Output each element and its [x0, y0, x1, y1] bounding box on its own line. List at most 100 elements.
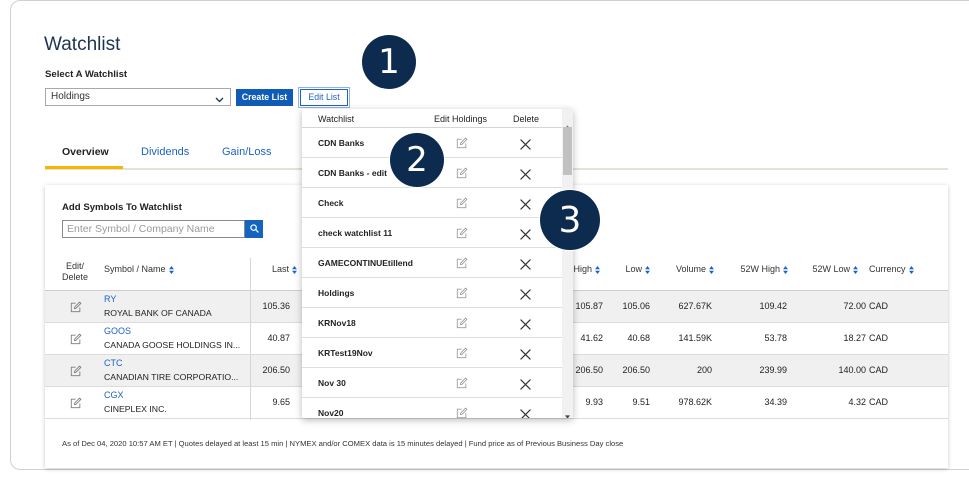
page-title: Watchlist	[44, 34, 121, 55]
delete-x-icon[interactable]	[520, 227, 531, 240]
watchlist-option-name: CDN Banks - edit	[318, 168, 387, 178]
select-watchlist-label: Select A Watchlist	[45, 69, 128, 80]
tab-overview[interactable]: Overview	[62, 146, 109, 159]
col-currency-header[interactable]: Currency	[869, 264, 914, 275]
cell-w52-low: 4.32	[848, 397, 866, 407]
edit-pencil-icon[interactable]	[456, 256, 468, 269]
chevron-down-icon	[215, 93, 224, 103]
cell-last: 206.50	[262, 365, 290, 375]
dropdown-col-delete: Delete	[513, 114, 540, 124]
symbol-link[interactable]: CGX	[104, 390, 124, 401]
edit-pencil-icon[interactable]	[456, 196, 468, 209]
delete-x-icon[interactable]	[520, 197, 531, 210]
col-volume-label: Volume	[675, 264, 706, 274]
col-52w-low-label: 52W Low	[812, 264, 850, 274]
col-low-header[interactable]: Low	[610, 264, 650, 275]
dropdown-col-edit-holdings: Edit Holdings	[434, 114, 488, 124]
delete-x-icon[interactable]	[520, 257, 531, 270]
watchlist-option[interactable]: Nov20	[302, 398, 562, 418]
edit-pencil-icon[interactable]	[456, 286, 468, 299]
sort-icon	[168, 265, 174, 274]
edit-pencil-icon[interactable]	[70, 365, 82, 377]
active-tab-indicator	[45, 166, 123, 169]
cell-currency: CAD	[869, 333, 889, 343]
cell-w52-low: 140.00	[838, 365, 866, 375]
watchlist-option[interactable]: GAMECONTINUEtillend	[302, 248, 562, 278]
watchlist-option-name: CDN Banks	[318, 138, 365, 148]
edit-pencil-icon[interactable]	[456, 406, 468, 418]
cell-low: 40.68	[627, 333, 650, 343]
delete-x-icon[interactable]	[520, 167, 531, 180]
delete-x-icon[interactable]	[520, 377, 531, 390]
quote-delay-note: As of Dec 04, 2020 10:57 AM ET | Quotes …	[62, 439, 624, 448]
col-last-label: Last	[271, 264, 289, 274]
watchlist-dropdown-header: Watchlist Edit Holdings Delete	[302, 109, 562, 128]
edit-pencil-icon[interactable]	[456, 136, 468, 149]
symbol-search-input[interactable]	[62, 220, 245, 238]
col-52w-high-label: 52W High	[740, 264, 780, 274]
watchlist-option-name: check watchlist 11	[318, 228, 393, 238]
delete-x-icon[interactable]	[520, 407, 531, 418]
cell-low: 9.51	[632, 397, 650, 407]
cell-volume: 627.67K	[678, 301, 712, 311]
company-name: ROYAL BANK OF CANADA	[104, 308, 212, 318]
watchlist-select[interactable]: Holdings	[45, 88, 231, 106]
edit-pencil-icon[interactable]	[70, 301, 82, 313]
search-button[interactable]	[245, 220, 263, 238]
col-currency-label: Currency	[869, 264, 906, 274]
delete-x-icon[interactable]	[520, 317, 531, 330]
callout-badge-2: 2	[390, 133, 444, 187]
col-symbol-name-header[interactable]: Symbol / Name	[104, 264, 174, 275]
scrollbar-thumb[interactable]	[563, 127, 572, 175]
delete-x-icon[interactable]	[520, 137, 531, 150]
edit-pencil-icon[interactable]	[456, 166, 468, 179]
edit-pencil-icon[interactable]	[456, 346, 468, 359]
col-symbol-name-label: Symbol / Name	[104, 264, 166, 274]
scroll-down-arrow-icon[interactable]	[565, 406, 570, 418]
dropdown-scrollbar[interactable]	[562, 109, 573, 418]
col-last-header[interactable]: Last	[255, 264, 297, 275]
edit-pencil-icon[interactable]	[70, 333, 82, 345]
company-name: CANADIAN TIRE CORPORATIO...	[104, 372, 239, 382]
symbol-link[interactable]: CTC	[104, 358, 123, 369]
scroll-up-arrow-icon[interactable]	[565, 116, 570, 129]
symbol-link[interactable]: RY	[104, 294, 116, 305]
delete-x-icon[interactable]	[520, 287, 531, 300]
watchlist-option[interactable]: Check	[302, 188, 562, 218]
create-list-button[interactable]: Create List	[236, 89, 293, 106]
edit-list-button[interactable]: Edit List	[300, 89, 348, 106]
symbol-link[interactable]: GOOS	[104, 326, 131, 337]
cell-currency: CAD	[869, 301, 889, 311]
cell-w52-low: 18.27	[843, 333, 866, 343]
edit-pencil-icon[interactable]	[456, 226, 468, 239]
cell-last: 40.87	[267, 333, 290, 343]
tab-gain-loss[interactable]: Gain/Loss	[222, 146, 272, 159]
cell-low: 105.06	[622, 301, 650, 311]
col-52w-low-header[interactable]: 52W Low	[798, 264, 858, 275]
watchlist-option[interactable]: KRTest19Nov	[302, 338, 562, 368]
tab-dividends[interactable]: Dividends	[141, 146, 189, 159]
edit-pencil-icon[interactable]	[456, 376, 468, 389]
col-52w-high-header[interactable]: 52W High	[728, 264, 788, 275]
cell-volume: 200	[696, 365, 712, 375]
edit-pencil-icon[interactable]	[70, 397, 82, 409]
col-volume-header[interactable]: Volume	[664, 264, 714, 275]
callout-badge-1: 1	[362, 35, 416, 89]
cell-volume: 978.62K	[678, 397, 712, 407]
watchlist-option[interactable]: KRNov18	[302, 308, 562, 338]
sort-icon	[292, 265, 297, 274]
watchlist-option[interactable]: Nov 30	[302, 368, 562, 398]
col-high-label: High	[573, 264, 592, 274]
watchlist-option[interactable]: check watchlist 11	[302, 218, 562, 248]
cell-w52-low: 72.00	[843, 301, 866, 311]
sort-icon	[908, 265, 914, 274]
cell-low: 206.50	[622, 365, 650, 375]
column-divider	[250, 258, 251, 420]
watchlist-option[interactable]: Holdings	[302, 278, 562, 308]
delete-x-icon[interactable]	[520, 347, 531, 360]
sort-icon	[645, 265, 650, 274]
edit-pencil-icon[interactable]	[456, 316, 468, 329]
watchlist-select-value: Holdings	[51, 91, 90, 102]
callout-badge-3: 3	[540, 190, 600, 250]
add-symbols-title: Add Symbols To Watchlist	[62, 202, 182, 213]
